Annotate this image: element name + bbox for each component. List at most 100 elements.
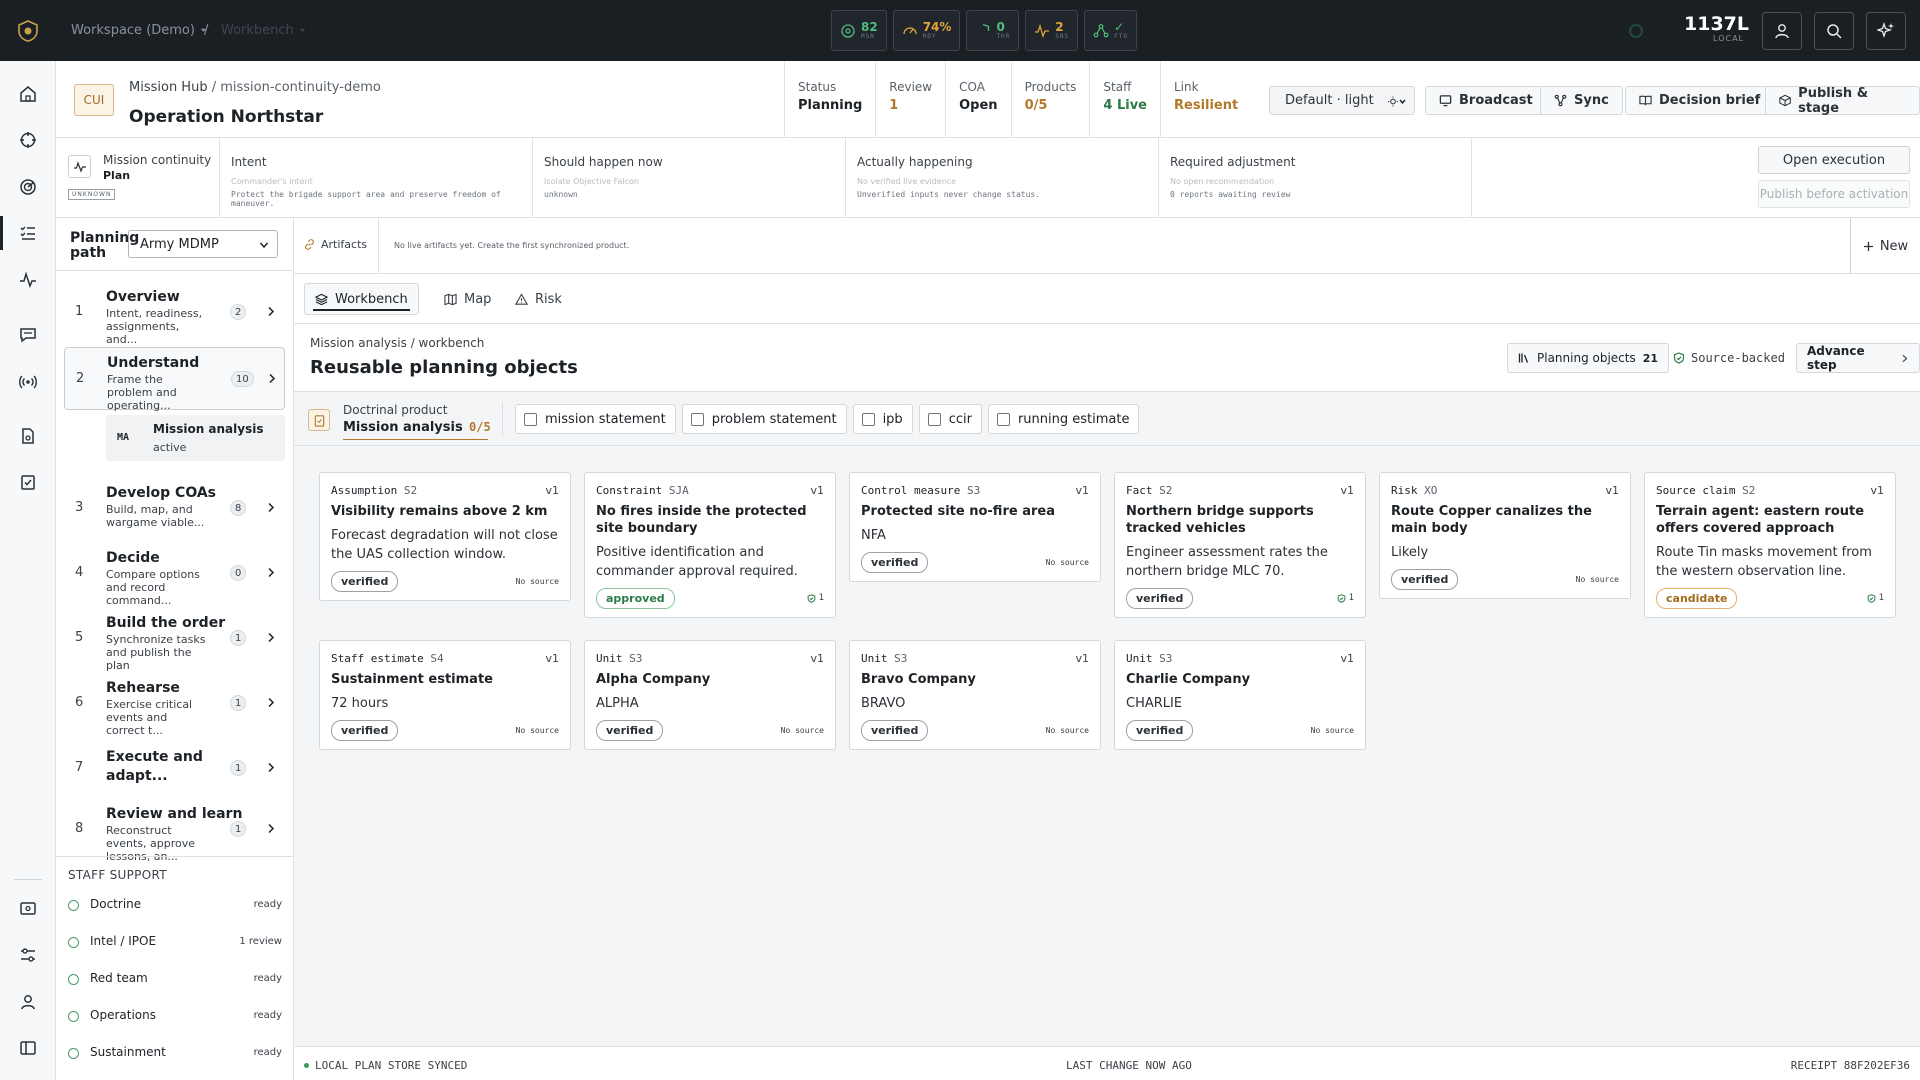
checkbox[interactable] [690, 412, 704, 426]
tab-workbench[interactable]: Workbench [304, 283, 419, 315]
clipboard-check-icon[interactable] [17, 471, 39, 493]
staff-name: Sustainment [90, 1045, 166, 1059]
planning-object-card[interactable]: Constraint SJA v1 No fires inside the prot… [584, 472, 836, 618]
stat-link[interactable]: Link Resilient [1160, 61, 1251, 137]
publish-before-activation-button[interactable]: Publish before activation [1758, 180, 1910, 208]
sidebar-toggle-icon[interactable] [17, 1037, 39, 1059]
planning-method-select[interactable]: Army MDMP [128, 230, 278, 258]
tab-map[interactable]: Map [434, 283, 501, 315]
planning-step-6[interactable]: 6 Rehearse Exercise critical events and co… [64, 673, 285, 737]
breadcrumb-root[interactable]: Mission Hub [129, 80, 208, 95]
planning-object-card[interactable]: Unit S3 v1 Charlie Company CHARLIE verified N… [1114, 640, 1366, 750]
checklist-chip[interactable]: running estimate [987, 404, 1140, 434]
metric-msn-icon [840, 23, 856, 39]
broadcast-label: Broadcast [1459, 93, 1533, 108]
planning-step-3[interactable]: 3 Develop COAs Build, map, and wargame via… [64, 478, 285, 536]
planning-object-card[interactable]: Staff estimate S4 v1 Sustainment estimate 7… [319, 640, 571, 750]
sync-button[interactable]: Sync [1540, 86, 1623, 115]
planning-object-card[interactable]: Fact S2 v1 Northern bridge supports tracke… [1114, 472, 1366, 618]
workspace-switcher[interactable]: Workspace (Demo) [71, 23, 208, 38]
planning-object-card[interactable]: Control measure S3 v1 Protected site no-fi… [849, 472, 1101, 582]
planning-step-8[interactable]: 8 Review and learn Reconstruct events, app… [64, 799, 285, 863]
card-version: v1 [1075, 652, 1089, 665]
planning-step-5[interactable]: 5 Build the order Synchronize tasks and pu… [64, 608, 285, 672]
chip-label: ipb [882, 411, 903, 427]
checklist-chip[interactable]: mission statement [515, 404, 676, 434]
broadcast-button[interactable]: Broadcast [1425, 86, 1547, 115]
status-circle-icon [68, 1048, 79, 1059]
staff-support-item[interactable]: Red team ready [68, 970, 282, 990]
documents-icon[interactable] [17, 425, 39, 447]
broadcast-icon[interactable] [17, 371, 39, 393]
device-icon[interactable] [17, 898, 39, 920]
home-icon[interactable] [17, 83, 39, 105]
profile-icon[interactable] [17, 991, 39, 1013]
card-source-count[interactable]: 1 [1867, 593, 1884, 603]
continuity-summary[interactable]: Mission continuity Plan UNKNOWN [56, 138, 220, 218]
staff-status: ready [253, 973, 282, 984]
planning-step-2[interactable]: 2 Understand Frame the problem and operati… [64, 347, 285, 412]
checklist-icon[interactable] [0, 216, 39, 250]
message-icon[interactable] [17, 324, 39, 346]
checklist-chip[interactable]: ccir [918, 404, 982, 434]
checkbox[interactable] [996, 412, 1010, 426]
planning-object-card[interactable]: Unit S3 v1 Bravo Company BRAVO verified No so… [849, 640, 1101, 750]
staff-support-item[interactable]: Intel / IPOE 1 review [68, 933, 282, 953]
substep-mission-analysis[interactable]: MA Mission analysis active [106, 415, 285, 461]
app-logo-icon[interactable] [17, 20, 39, 42]
stat-status[interactable]: Status Planning [784, 61, 875, 137]
planning-objects-button[interactable]: Planning objects 21 [1507, 343, 1670, 373]
stat-coa[interactable]: COA Open [945, 61, 1010, 137]
stat-products[interactable]: Products 0/5 [1010, 61, 1090, 137]
card-title: Route Copper canalizes the main body [1391, 504, 1592, 536]
advance-step-button[interactable]: Advance step [1796, 343, 1920, 373]
checkbox[interactable] [927, 412, 941, 426]
doctrinal-product-selector[interactable]: Doctrinal product Mission analysis 0/5 [308, 402, 491, 440]
planning-object-card[interactable]: Assumption S2 v1 Visibility remains above … [319, 472, 571, 601]
chevron-right-icon [267, 762, 275, 773]
staff-support-item[interactable]: Sustainment ready [68, 1044, 282, 1064]
planning-step-1[interactable]: 1 Overview Intent, readiness, assignments,… [64, 282, 285, 346]
metric-rdy[interactable]: 74% RDY [892, 10, 961, 51]
planning-object-card[interactable]: Unit S3 v1 Alpha Company ALPHA verified No so… [584, 640, 836, 750]
checkbox[interactable] [524, 412, 537, 426]
radar-icon[interactable] [17, 176, 39, 198]
checklist-chip[interactable]: ipb [852, 404, 913, 434]
metric-msn[interactable]: 82 MSN [831, 10, 887, 51]
status-badge: candidate [1656, 588, 1738, 609]
card-source-count[interactable]: 1 [807, 593, 824, 603]
planning-object-card[interactable]: Risk XO v1 Route Copper canalizes the main… [1379, 472, 1631, 599]
user-button[interactable] [1762, 12, 1802, 50]
decision-brief-button[interactable]: Decision brief [1625, 86, 1775, 115]
staff-support-item[interactable]: Doctrine ready [68, 896, 282, 916]
planning-step-4[interactable]: 4 Decide Compare options and record comman… [64, 543, 285, 607]
card-source-count[interactable]: 1 [1337, 593, 1354, 603]
open-execution-button[interactable]: Open execution [1758, 146, 1910, 174]
metric-sns-icon [1034, 23, 1050, 39]
card-owner-code: SJA [668, 484, 689, 497]
staff-support-item[interactable]: Operations ready [68, 1007, 282, 1027]
theme-select[interactable]: Default · light [1269, 86, 1415, 115]
card-version: v1 [1870, 484, 1884, 497]
stat-staff[interactable]: Staff 4 Live [1089, 61, 1160, 137]
workbench-title: Reusable planning objects [310, 357, 578, 378]
tab-risk[interactable]: Risk [505, 283, 572, 315]
status-badge: verified [1126, 588, 1194, 609]
metric-fto[interactable]: ✓ FTO [1084, 10, 1137, 51]
crosshair-icon[interactable] [17, 129, 39, 151]
checklist-chip[interactable]: problem statement [681, 404, 847, 434]
metric-sns[interactable]: 2 SNS [1025, 10, 1079, 51]
metric-label: FTO [1114, 33, 1128, 40]
stat-review[interactable]: Review 1 [875, 61, 945, 137]
activity-icon[interactable] [17, 269, 39, 291]
metric-thr[interactable]: 0 THR [966, 10, 1020, 51]
role-switcher[interactable]: Workbench [221, 23, 307, 38]
sliders-icon[interactable] [17, 944, 39, 966]
planning-step-7[interactable]: 7 Execute and adapt... 1 [64, 738, 285, 796]
publish-stage-button[interactable]: Publish & stage [1765, 86, 1920, 116]
new-artifact-button[interactable]: New [1850, 218, 1920, 274]
checkbox[interactable] [861, 412, 875, 426]
planning-object-card[interactable]: Source claim S2 v1 Terrain agent: eastern … [1644, 472, 1896, 618]
search-button[interactable] [1814, 12, 1854, 50]
assistant-button[interactable] [1866, 12, 1906, 50]
